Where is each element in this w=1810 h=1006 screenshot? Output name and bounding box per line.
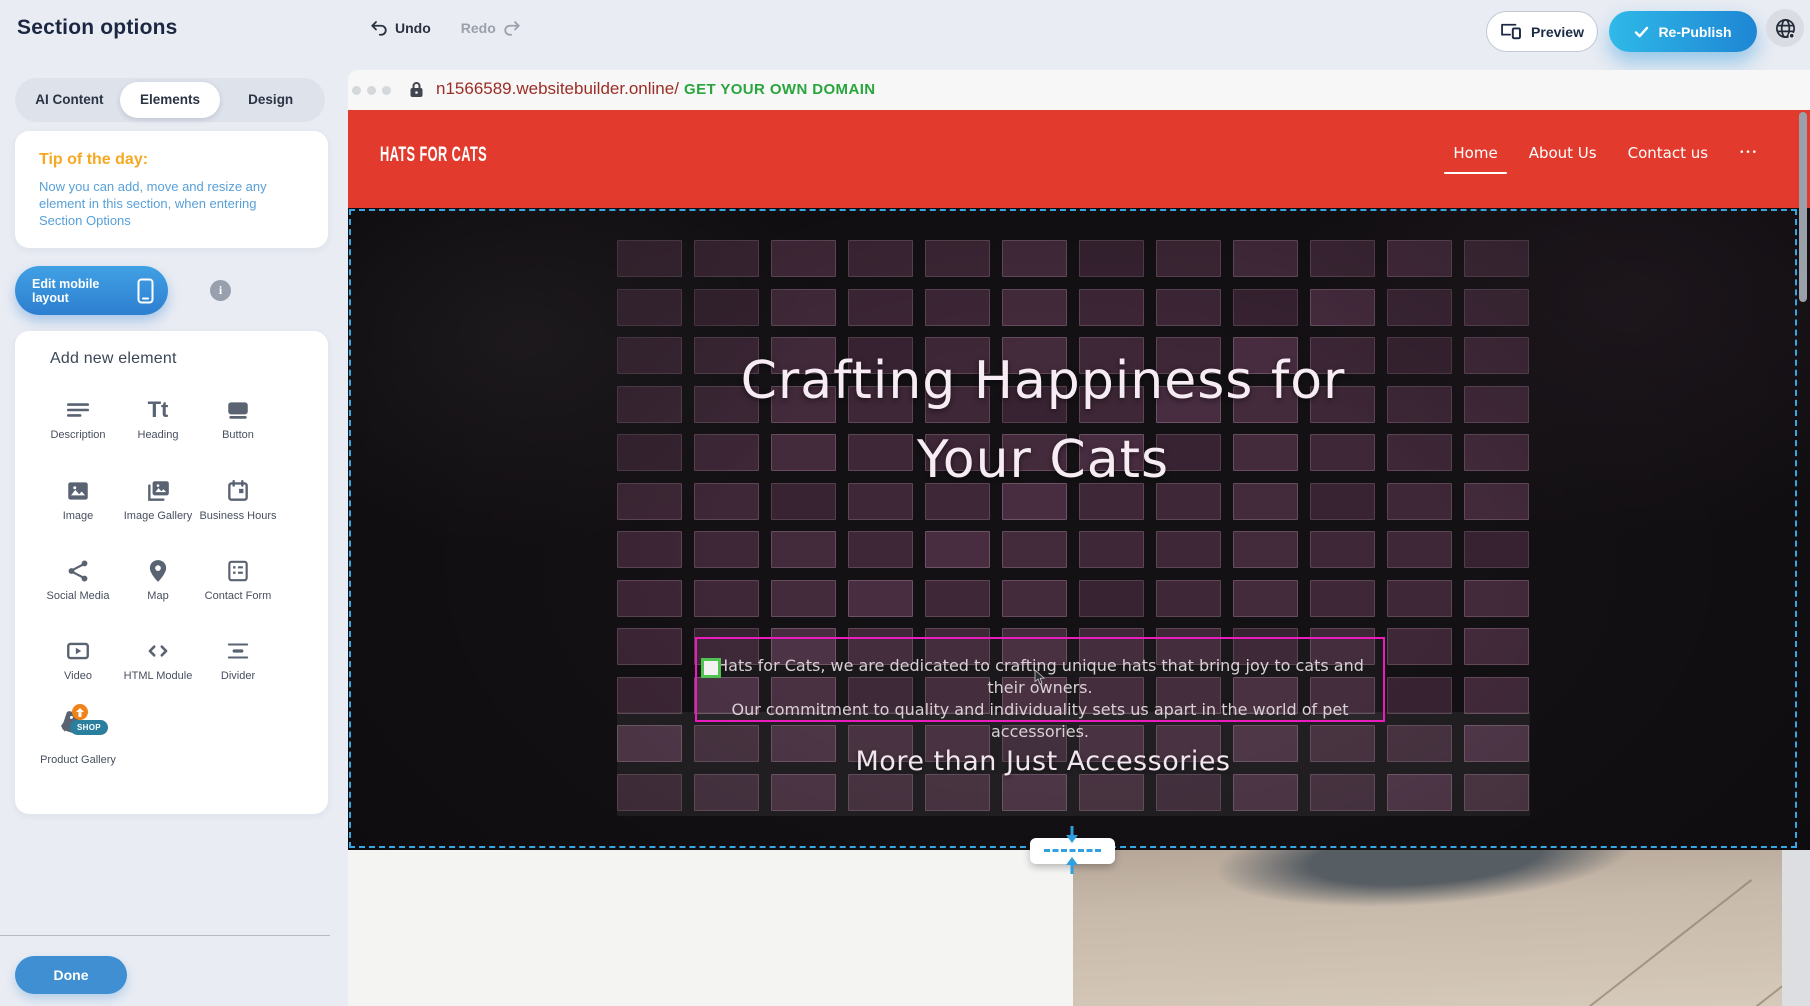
tip-body: Now you can add, move and resize any ele… [39,178,301,229]
description-icon [36,393,120,423]
info-icon[interactable]: i [210,280,231,301]
element-drag-handle[interactable] [701,658,721,678]
preview-right-gutter [1782,850,1810,1006]
edit-mobile-layout-button[interactable]: Edit mobile layout [15,266,168,315]
undo-button[interactable]: Undo [370,20,431,36]
site-nav: Home About Us Contact us ••• [1453,138,1758,168]
tab-elements[interactable]: Elements [120,82,221,118]
upgrade-arrow-badge [72,704,88,720]
add-element-product-gallery[interactable]: SHOP Product Gallery [36,708,120,767]
hero-section[interactable]: Crafting Happiness for Your Cats More th… [348,208,1810,850]
tip-of-the-day-card: Tip of the day: Now you can add, move an… [15,131,328,248]
site-logo: HATS FOR CATS [380,144,487,167]
product-gallery-icon: SHOP [36,708,120,748]
image-icon [36,474,120,504]
add-element-image-gallery[interactable]: Image Gallery [116,474,200,523]
edit-mobile-layout-label: Edit mobile layout [32,277,127,305]
image-gallery-icon [116,474,200,504]
add-element-heading[interactable]: Tt Heading [116,393,200,442]
shop-badge: SHOP [70,720,108,735]
nav-item-contact-us[interactable]: Contact us [1628,138,1708,168]
check-icon [1634,26,1649,38]
add-element-image[interactable]: Image [36,474,120,523]
add-element-contact-form[interactable]: Contact Form [196,554,280,603]
preview-label: Preview [1531,24,1584,40]
add-element-html-module[interactable]: HTML Module [116,634,200,683]
nav-item-about-us[interactable]: About Us [1529,138,1597,168]
html-module-icon [116,634,200,664]
undo-icon [370,20,388,36]
next-section-background [348,850,1073,1006]
add-element-button[interactable]: Button [196,393,280,442]
floor-photo [1073,850,1782,1006]
hero-subheading: More than Just Accessories [348,746,1774,777]
globe-icon [1774,17,1797,40]
add-element-video[interactable]: Video [36,634,120,683]
undo-label: Undo [395,20,431,36]
sidebar-tabs: AI Content Elements Design [15,78,325,122]
nav-item-home[interactable]: Home [1453,138,1497,168]
add-element-social-media[interactable]: Social Media [36,554,120,603]
redo-button[interactable]: Redo [461,20,521,36]
divider-icon [196,634,280,664]
done-button[interactable]: Done [15,956,127,994]
republish-button[interactable]: Re-Publish [1609,11,1757,52]
mouse-cursor [1034,670,1045,685]
site-url[interactable]: n1566589.websitebuilder.online/ [436,79,679,99]
redo-label: Redo [461,20,496,36]
language-globe-button[interactable] [1766,9,1804,47]
hero-body-text: Hats for Cats, we are dedicated to craft… [697,655,1383,743]
phone-icon [137,278,154,304]
lock-icon [409,81,424,98]
sidebar-bottom-divider [0,935,330,936]
add-element-business-hours[interactable]: Business Hours [196,474,280,523]
devices-icon [1500,23,1522,40]
undo-redo-group: Undo Redo [370,20,521,36]
get-your-own-domain-link[interactable]: GET YOUR OWN DOMAIN [684,81,876,98]
tab-design[interactable]: Design [220,82,321,118]
resize-arrows-icon [1064,825,1080,875]
browser-dots [352,86,391,95]
contact-form-icon [196,554,280,584]
republish-label: Re-Publish [1658,24,1731,40]
site-header: HATS FOR CATS Home About Us Contact us •… [348,110,1810,208]
video-icon [36,634,120,664]
tab-ai-content[interactable]: AI Content [19,82,120,118]
preview-button[interactable]: Preview [1486,11,1598,52]
redo-icon [503,20,521,36]
add-element-divider[interactable]: Divider [196,634,280,683]
page-title: Section options [17,16,178,40]
hero-heading: Crafting Happiness for Your Cats [348,342,1774,500]
button-icon [196,393,280,423]
tip-heading: Tip of the day: [39,151,304,169]
social-media-icon [36,554,120,584]
business-hours-icon [196,474,280,504]
nav-more-menu[interactable]: ••• [1739,142,1758,164]
map-icon [116,554,200,584]
add-element-map[interactable]: Map [116,554,200,603]
add-element-description[interactable]: Description [36,393,120,442]
add-element-title: Add new element [50,350,177,368]
section-resize-handle[interactable] [1030,838,1115,864]
heading-icon: Tt [116,393,200,423]
preview-scrollbar-thumb[interactable] [1799,112,1807,302]
